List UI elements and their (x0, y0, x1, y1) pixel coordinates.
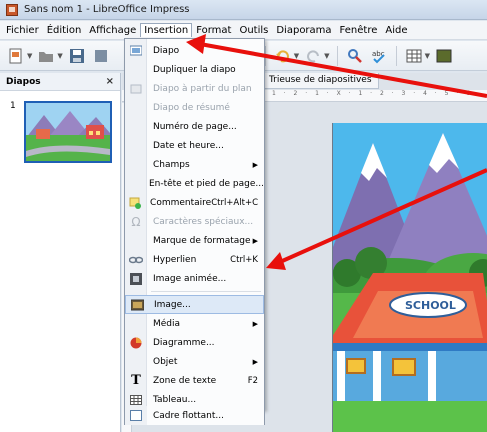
submenu-arrow-icon: ▶ (252, 357, 258, 366)
window-title: Sans nom 1 - LibreOffice Impress (24, 4, 190, 15)
menu-affichage[interactable]: Affichage (85, 23, 140, 38)
find-replace-icon[interactable] (345, 46, 365, 66)
submenu-arrow-icon: ▶ (252, 236, 258, 245)
impress-app-icon (6, 3, 18, 16)
chart-icon (125, 333, 147, 352)
outline-icon (125, 79, 147, 98)
menu-item-date-heure[interactable]: Date et heure... (125, 136, 264, 155)
export-icon[interactable] (91, 46, 111, 66)
slides-pane-header: Diapos × (0, 73, 120, 91)
menu-edition[interactable]: Édition (43, 23, 86, 38)
menu-format[interactable]: Format (192, 23, 235, 38)
chevron-down-icon[interactable]: ▼ (27, 52, 32, 60)
save-icon[interactable] (67, 46, 87, 66)
comment-icon (125, 193, 144, 212)
chevron-down-icon[interactable]: ▼ (57, 52, 62, 60)
menu-item-media[interactable]: Média ▶ (125, 314, 264, 333)
menu-outils[interactable]: Outils (235, 23, 272, 38)
open-folder-icon[interactable] (36, 46, 56, 66)
slide-icon (125, 41, 147, 60)
menu-item-image-animee[interactable]: Image animée... (125, 269, 264, 288)
image-icon (126, 295, 148, 314)
menu-separator (151, 291, 261, 292)
slide-number: 1 (10, 101, 16, 111)
menu-aide[interactable]: Aide (381, 23, 411, 38)
menu-item-diapo-plan: Diapo à partir du plan (125, 79, 264, 98)
new-document-icon[interactable] (6, 46, 26, 66)
floating-frame-icon (125, 406, 147, 425)
close-icon[interactable]: × (106, 76, 114, 87)
menu-insertion[interactable]: Insertion (140, 23, 193, 37)
menu-item-commentaire[interactable]: Commentaire Ctrl+Alt+C (125, 193, 264, 212)
slide-canvas[interactable]: SCHOOL (332, 123, 487, 432)
school-sign-text: SCHOOL (405, 299, 456, 312)
menu-item-dupliquer-diapo[interactable]: Dupliquer la diapo (125, 60, 264, 79)
title-bar: Sans nom 1 - LibreOffice Impress (0, 0, 487, 20)
menu-item-zone-texte[interactable]: T Zone de texte F2 (125, 371, 264, 390)
tab-slide-sorter[interactable]: Trieuse de diapositives (262, 73, 379, 89)
redo-icon[interactable] (303, 46, 323, 66)
insert-image-icon[interactable] (434, 46, 454, 66)
menu-item-champs[interactable]: Champs ▶ (125, 155, 264, 174)
slides-pane-title: Diapos (6, 76, 41, 87)
hyperlink-icon (125, 250, 147, 269)
spellcheck-icon[interactable]: abc (369, 46, 389, 66)
animated-image-icon (125, 269, 147, 288)
menu-item-image[interactable]: Image... (125, 295, 264, 314)
menu-item-hyperlien[interactable]: Hyperlien Ctrl+K (125, 250, 264, 269)
chevron-down-icon[interactable]: ▼ (324, 52, 329, 60)
submenu-arrow-icon: ▶ (252, 319, 258, 328)
menu-item-objet[interactable]: Objet ▶ (125, 352, 264, 371)
chevron-down-icon[interactable]: ▼ (425, 52, 430, 60)
menu-item-entete-pied[interactable]: En-tête et pied de page... (125, 174, 264, 193)
submenu-arrow-icon: ▶ (252, 160, 258, 169)
slides-pane: Diapos × 1 (0, 73, 121, 432)
menu-item-diagramme[interactable]: Diagramme... (125, 333, 264, 352)
toolbar-separator (336, 45, 338, 66)
omega-icon: Ω (131, 214, 141, 229)
menu-fenetre[interactable]: Fenêtre (336, 23, 382, 38)
menu-item-caracteres-speciaux: Ω Caractères spéciaux... (125, 212, 264, 231)
table-icon[interactable] (404, 46, 424, 66)
insertion-menu: Diapo Dupliquer la diapo Diapo à partir … (124, 38, 265, 410)
menu-item-diapo-resume: Diapo de résumé (153, 102, 230, 113)
menu-fichier[interactable]: Fichier (2, 23, 43, 38)
slide-thumbnail[interactable] (24, 101, 112, 163)
menu-item-cadre-flottant[interactable]: Cadre flottant... (124, 406, 265, 425)
menu-diaporama[interactable]: Diaporama (272, 23, 335, 38)
undo-icon[interactable] (273, 46, 293, 66)
toolbar-separator (395, 45, 397, 66)
chevron-down-icon[interactable]: ▼ (294, 52, 299, 60)
menu-item-numero-page[interactable]: Numéro de page... (125, 117, 264, 136)
menu-item-diapo[interactable]: Diapo (125, 41, 264, 60)
text-box-icon: T (131, 373, 141, 388)
menu-item-marque-formatage[interactable]: Marque de formatage ▶ (125, 231, 264, 250)
